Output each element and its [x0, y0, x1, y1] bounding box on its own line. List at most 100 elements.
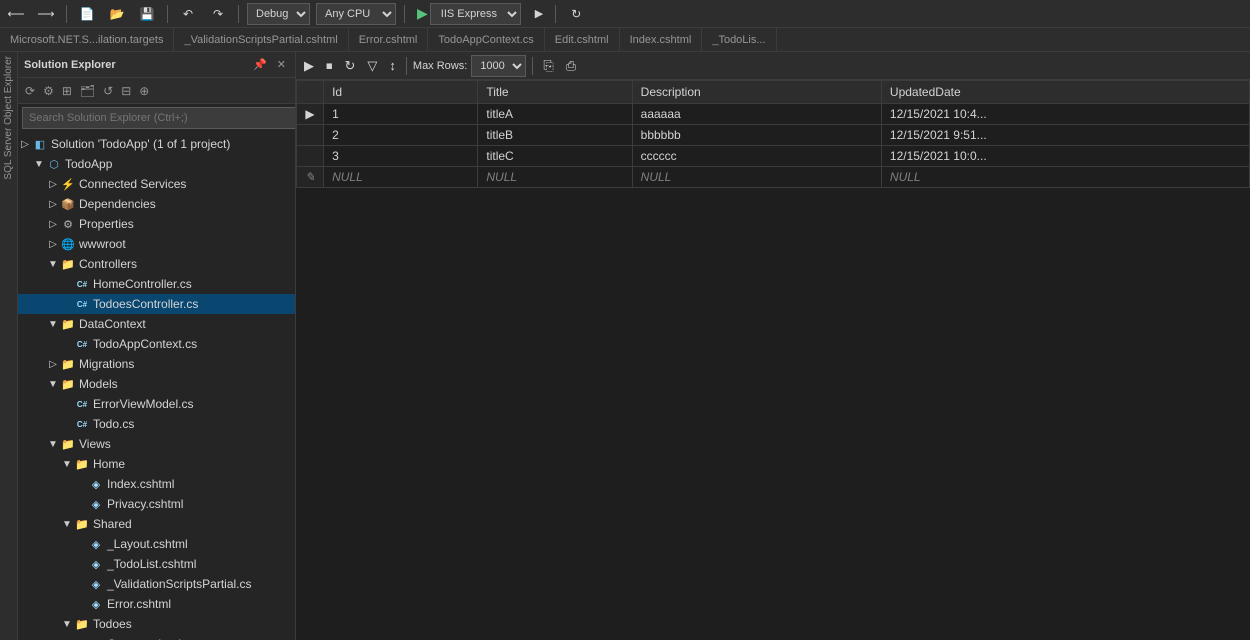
table-row[interactable]: ▶1titleAaaaaaa12/15/2021 10:4...: [297, 104, 1250, 125]
tree-label-connected: Connected Services: [79, 177, 186, 191]
tree-icon-homecontroller: C#: [74, 276, 90, 292]
tab-error[interactable]: Error.cshtml: [349, 28, 429, 51]
tree-item-todoappcontext[interactable]: C#TodoAppContext.cs: [18, 334, 295, 354]
tree-item-connected[interactable]: ▷⚡Connected Services: [18, 174, 295, 194]
start-debug-icon: ▶: [535, 7, 543, 20]
tree-icon-privacy-cshtml: ◈: [88, 496, 104, 512]
tree-item-privacy-cshtml[interactable]: ◈Privacy.cshtml: [18, 494, 295, 514]
tab-edit[interactable]: Edit.cshtml: [545, 28, 620, 51]
tree-label-migrations: Migrations: [79, 357, 134, 371]
new-file-button[interactable]: 📄: [75, 4, 99, 24]
tab-index[interactable]: Index.cshtml: [620, 28, 703, 51]
tree-item-error-cshtml[interactable]: ◈Error.cshtml: [18, 594, 295, 614]
play-button[interactable]: ▶ IIS Express: [413, 1, 525, 27]
props-button[interactable]: ⚙: [40, 82, 57, 100]
tree-item-solution[interactable]: ▷◧Solution 'TodoApp' (1 of 1 project): [18, 134, 295, 154]
tree-item-layout-cshtml[interactable]: ◈_Layout.cshtml: [18, 534, 295, 554]
platform-dropdown[interactable]: Any CPU: [316, 3, 396, 25]
start-debug-button[interactable]: ▶: [531, 5, 547, 22]
script-all-button[interactable]: ⎙: [562, 56, 580, 76]
tab-ms-targets[interactable]: Microsoft.NET.S...ilation.targets: [0, 28, 174, 51]
close-icon[interactable]: ✕: [274, 57, 289, 72]
se-title: Solution Explorer: [24, 59, 116, 71]
iis-express-dropdown[interactable]: IIS Express: [430, 3, 521, 25]
script-button[interactable]: ⎘: [539, 56, 557, 76]
tree-item-todoescontroller[interactable]: C#TodoesController.cs: [18, 294, 295, 314]
refresh-button[interactable]: ↻: [564, 4, 588, 24]
separator-5: [555, 5, 556, 23]
col-id[interactable]: Id: [324, 81, 478, 104]
top-toolbar: ⟵ ⟶ 📄 📂 💾 ↶ ↷ Debug Any CPU ▶ IIS Expres…: [0, 0, 1250, 28]
save-button[interactable]: 💾: [135, 4, 159, 24]
collapse-button[interactable]: ⊟: [118, 82, 134, 100]
view-button[interactable]: ⊕: [136, 82, 152, 100]
undo-button[interactable]: ↶: [176, 4, 200, 24]
tree-item-create-cshtml[interactable]: ◈Create.cshtml: [18, 634, 295, 640]
refresh-query-button[interactable]: ↻: [341, 56, 360, 76]
tree-icon-controllers: 📁: [60, 256, 76, 272]
tree-icon-layout-cshtml: ◈: [88, 536, 104, 552]
table-row[interactable]: ✎NULLNULLNULLNULL: [297, 167, 1250, 188]
forward-button[interactable]: ⟶: [34, 4, 58, 24]
tree-item-props[interactable]: ▷⚙Properties: [18, 214, 295, 234]
tree-item-todo[interactable]: C#Todo.cs: [18, 414, 295, 434]
show-all-files-button[interactable]: 🗂: [77, 82, 98, 100]
tree-item-home[interactable]: ▼📁Home: [18, 454, 295, 474]
open-button[interactable]: 📂: [105, 4, 129, 24]
table-row[interactable]: 3titleCcccccc12/15/2021 10:0...: [297, 146, 1250, 167]
tree-item-migrations[interactable]: ▷📁Migrations: [18, 354, 295, 374]
side-panel: SQL Server Object Explorer: [0, 52, 18, 640]
tree-item-shared[interactable]: ▼📁Shared: [18, 514, 295, 534]
back-button[interactable]: ⟵: [4, 4, 28, 24]
tree-icon-connected: ⚡: [60, 176, 76, 192]
max-rows-label: Max Rows:: [413, 60, 467, 72]
refresh-se-button[interactable]: ↺: [100, 82, 116, 100]
tree-icon-validationscripts: ◈: [88, 576, 104, 592]
forward-icon: ⟶: [38, 6, 54, 22]
tree-item-validationscripts[interactable]: ◈_ValidationScriptsPartial.cs: [18, 574, 295, 594]
tree-item-todolist-cshtml[interactable]: ◈_TodoList.cshtml: [18, 554, 295, 574]
col-updateddate[interactable]: UpdatedDate: [881, 81, 1249, 104]
sort-query-button[interactable]: ↕: [385, 56, 400, 75]
tree-label-home: Home: [93, 457, 125, 471]
tree-item-index-cshtml[interactable]: ◈Index.cshtml: [18, 474, 295, 494]
separator-3: [238, 5, 239, 23]
tree-item-models[interactable]: ▼📁Models: [18, 374, 295, 394]
tab-todocontext[interactable]: TodoAppContext.cs: [428, 28, 544, 51]
se-search-input[interactable]: [22, 107, 296, 129]
qt-separator-2: [532, 57, 533, 75]
col-title[interactable]: Title: [478, 81, 632, 104]
tree-item-controllers[interactable]: ▼📁Controllers: [18, 254, 295, 274]
tree-label-errorviewmodel: ErrorViewModel.cs: [93, 397, 193, 411]
execute-query-button[interactable]: ▶: [300, 56, 318, 76]
se-header: Solution Explorer 📌 ✕: [18, 52, 295, 78]
configuration-dropdown[interactable]: Debug: [247, 3, 310, 25]
tree-item-datacontext[interactable]: ▼📁DataContext: [18, 314, 295, 334]
tree-item-todoes[interactable]: ▼📁Todoes: [18, 614, 295, 634]
filter-query-button[interactable]: ▽: [363, 56, 381, 76]
col-description[interactable]: Description: [632, 81, 881, 104]
refresh-icon: ↻: [568, 6, 584, 22]
tab-validation[interactable]: _ValidationScriptsPartial.cshtml: [174, 28, 348, 51]
tree-icon-index-cshtml: ◈: [88, 476, 104, 492]
tree-item-homecontroller[interactable]: C#HomeController.cs: [18, 274, 295, 294]
filter-button[interactable]: ⊞: [59, 82, 75, 100]
tree-icon-shared: 📁: [74, 516, 90, 532]
table-row[interactable]: 2titleBbbbbbb12/15/2021 9:51...: [297, 125, 1250, 146]
tree-item-views[interactable]: ▼📁Views: [18, 434, 295, 454]
tree-icon-error-cshtml: ◈: [88, 596, 104, 612]
tree-item-todoapp[interactable]: ▼⬡TodoApp: [18, 154, 295, 174]
tree-item-errorviewmodel[interactable]: C#ErrorViewModel.cs: [18, 394, 295, 414]
tree-icon-todoescontroller: C#: [74, 296, 90, 312]
sync-button[interactable]: ⟳: [22, 82, 38, 100]
tree-item-deps[interactable]: ▷📦Dependencies: [18, 194, 295, 214]
tree-label-todoes: Todoes: [93, 617, 132, 631]
redo-button[interactable]: ↷: [206, 4, 230, 24]
tab-todolist[interactable]: _TodoLis...: [702, 28, 776, 51]
data-grid: Id Title Description UpdatedDate ▶1title…: [296, 80, 1250, 640]
stop-query-button[interactable]: ⏹: [322, 56, 337, 76]
pin-icon[interactable]: 📌: [250, 57, 270, 72]
row-title-cell: NULL: [478, 167, 632, 188]
tree-item-wwwroot[interactable]: ▷🌐wwwroot: [18, 234, 295, 254]
max-rows-select[interactable]: 1000 500 200 100: [471, 55, 526, 77]
